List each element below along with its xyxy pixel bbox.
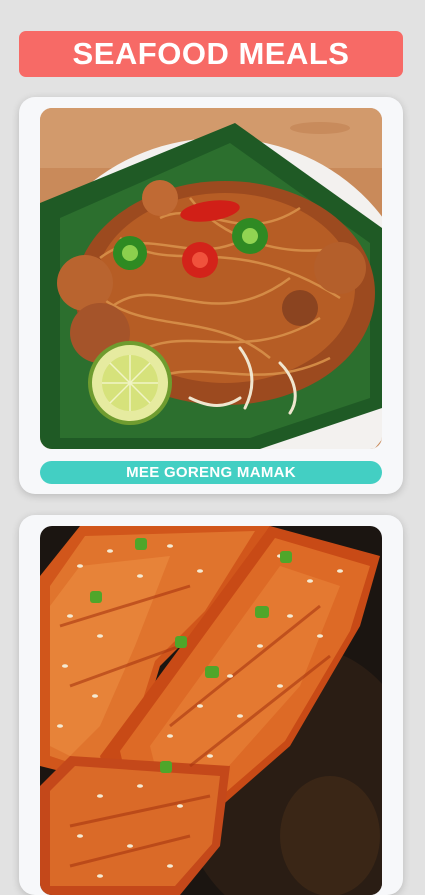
meal-card[interactable]	[19, 515, 403, 895]
meal-name-label: MEE GORENG MAMAK	[126, 464, 296, 481]
page-title: SEAFOOD MEALS	[72, 36, 350, 71]
page-header: SEAFOOD MEALS	[19, 31, 403, 77]
meal-card[interactable]: MEE GORENG MAMAK	[19, 97, 403, 494]
meal-name-button[interactable]: MEE GORENG MAMAK	[40, 461, 382, 484]
glazed-salmon-photo[interactable]	[40, 526, 382, 895]
mee-goreng-mamak-photo[interactable]	[40, 108, 382, 449]
